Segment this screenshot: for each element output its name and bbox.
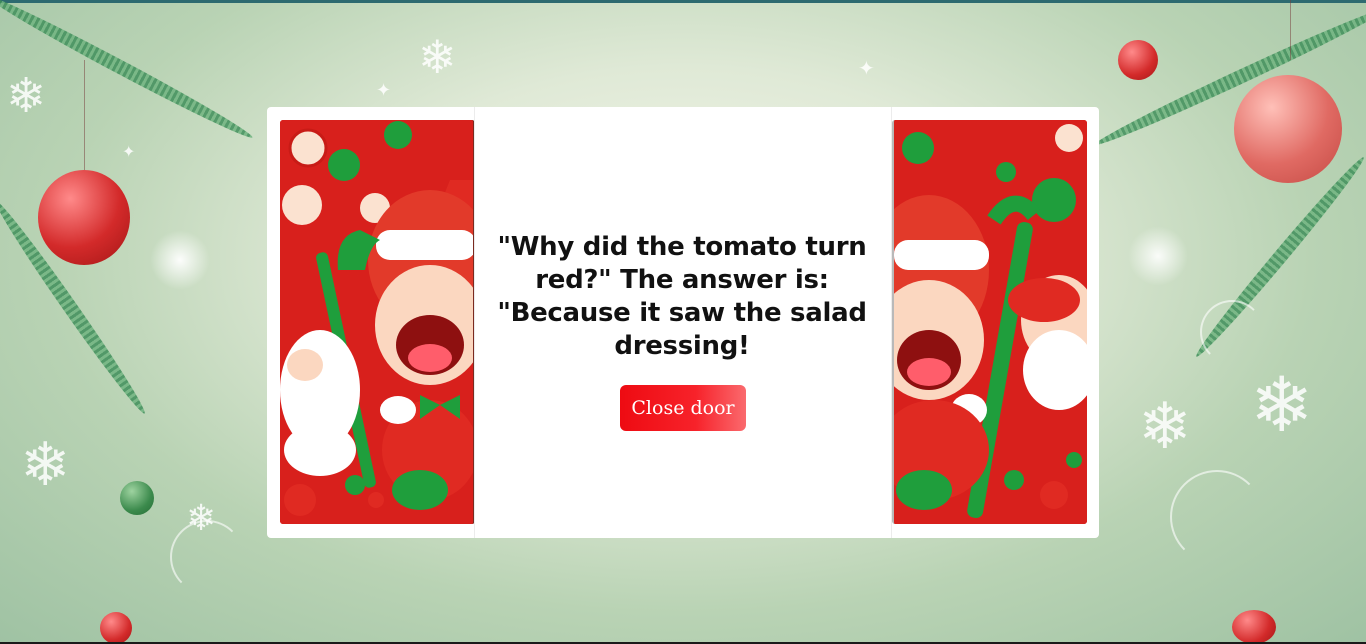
snowflake-icon: ❄	[418, 30, 457, 84]
snowflake-icon: ❄	[6, 68, 47, 124]
star-icon: ✦	[122, 142, 136, 161]
snowflake-icon: ❄	[186, 498, 217, 539]
top-border	[0, 0, 1366, 3]
star-icon: ✦	[858, 56, 875, 80]
close-door-button[interactable]: Close door	[620, 385, 746, 431]
green-ornament	[120, 481, 154, 515]
red-ornament	[100, 612, 132, 644]
christmas-background: ❄ ❄ ❄ ❄ ❄ ❄ ✦ ✦ ✦ "Why did the tomato tu…	[0, 0, 1366, 644]
santa-illustration-icon	[280, 120, 473, 524]
joke-text: "Why did the tomato turn red?" The answe…	[497, 232, 867, 361]
ornament-string	[84, 60, 85, 170]
swirl-decoration	[1170, 470, 1264, 564]
red-ornament	[38, 170, 130, 265]
snowflake-icon: ❄	[20, 430, 71, 500]
door-frame-divider	[474, 107, 475, 538]
right-door-image[interactable]	[892, 120, 1087, 524]
red-ornament	[1234, 75, 1342, 183]
advent-door-card: "Why did the tomato turn red?" The answe…	[267, 107, 1099, 538]
santa-illustration-icon	[894, 120, 1087, 524]
red-ornament	[1232, 610, 1276, 644]
light-glow	[150, 230, 210, 290]
red-ornament	[1118, 40, 1158, 80]
snowflake-icon: ❄	[1138, 390, 1192, 464]
star-icon: ✦	[376, 80, 392, 101]
swirl-decoration	[1200, 300, 1264, 364]
light-glow	[1128, 226, 1188, 286]
left-door-image[interactable]	[280, 120, 475, 524]
snowflake-icon: ❄	[1250, 360, 1314, 449]
ornament-string	[1290, 0, 1291, 60]
